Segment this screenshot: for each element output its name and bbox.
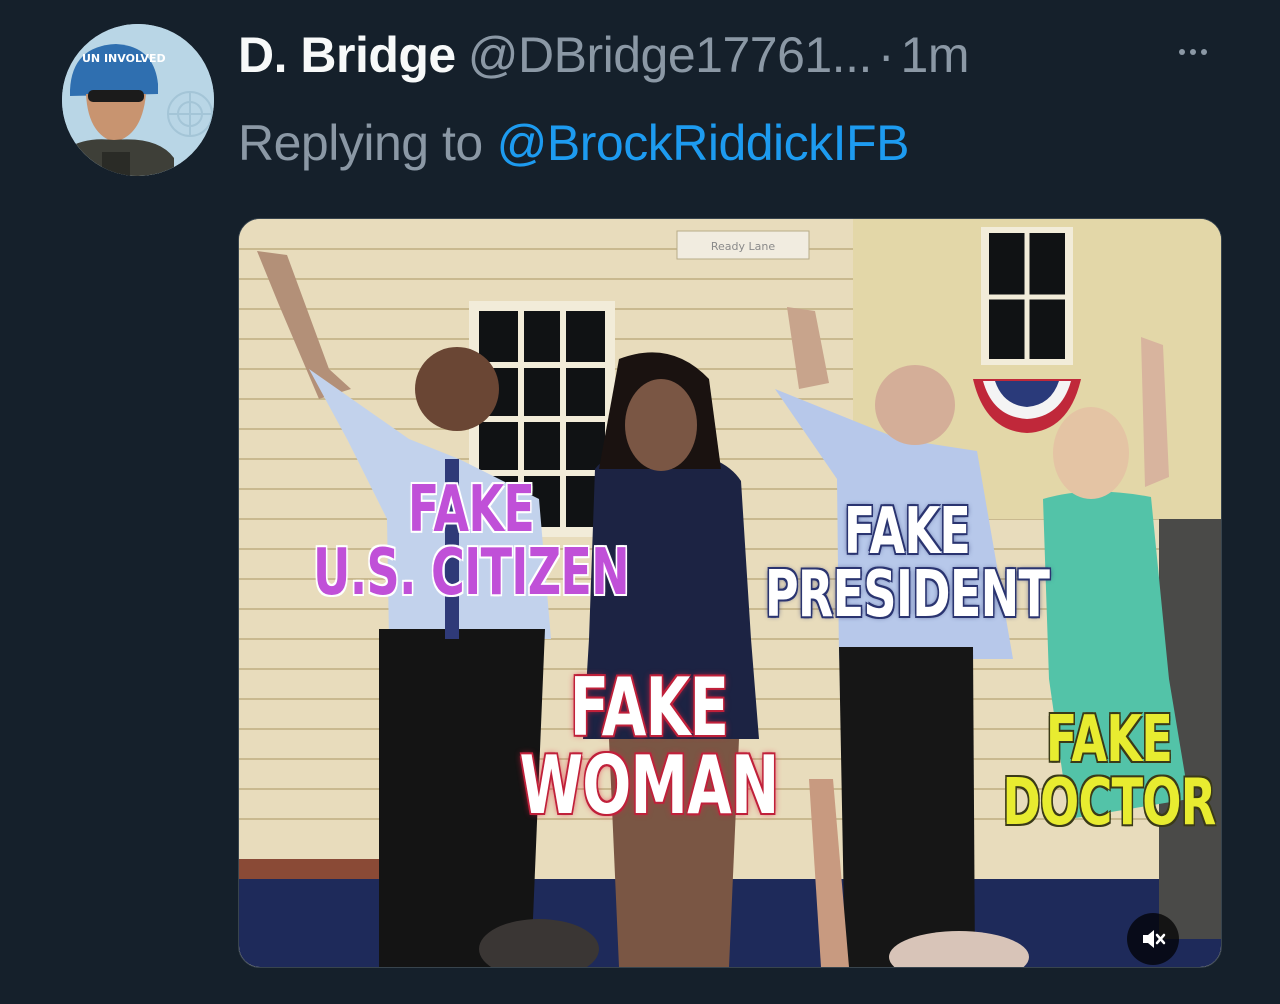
- building-sign: Ready Lane: [711, 240, 775, 253]
- label-fake-citizen: FAKE U.S. CITIZEN: [312, 473, 630, 610]
- mute-toggle-button[interactable]: [1127, 913, 1179, 965]
- label-fake-president: FAKE PRESIDENT: [764, 495, 1050, 632]
- label-fake-woman: FAKE WOMAN: [519, 661, 779, 833]
- more-dot-icon: [1190, 49, 1196, 55]
- author-display-name[interactable]: D. Bridge: [238, 26, 456, 84]
- avatar[interactable]: UN INVOLVED: [62, 24, 214, 176]
- tweet-timestamp[interactable]: 1m: [901, 26, 970, 84]
- author-handle[interactable]: @DBridge17761...: [468, 26, 873, 84]
- separator-dot: ·: [877, 27, 895, 83]
- avatar-image: UN INVOLVED: [62, 24, 214, 176]
- label-fake-doctor: FAKE DOCTOR: [1002, 703, 1216, 840]
- reply-context: Replying to @BrockRiddickIFB: [238, 110, 909, 176]
- tweet-header: D. Bridge @DBridge17761... · 1m: [238, 22, 969, 88]
- tweet-media-image[interactable]: Ready Lane FAKE U.S. CITIZEN FAKE PRESID…: [238, 218, 1222, 968]
- reply-to-handle-link[interactable]: @BrockRiddickIFB: [497, 114, 910, 172]
- more-options-button[interactable]: [1168, 34, 1218, 70]
- avatar-caption: UN INVOLVED: [82, 52, 166, 65]
- reply-prefix: Replying to: [238, 115, 483, 171]
- more-dot-icon: [1179, 49, 1185, 55]
- more-dot-icon: [1201, 49, 1207, 55]
- speaker-muted-icon: [1143, 930, 1166, 948]
